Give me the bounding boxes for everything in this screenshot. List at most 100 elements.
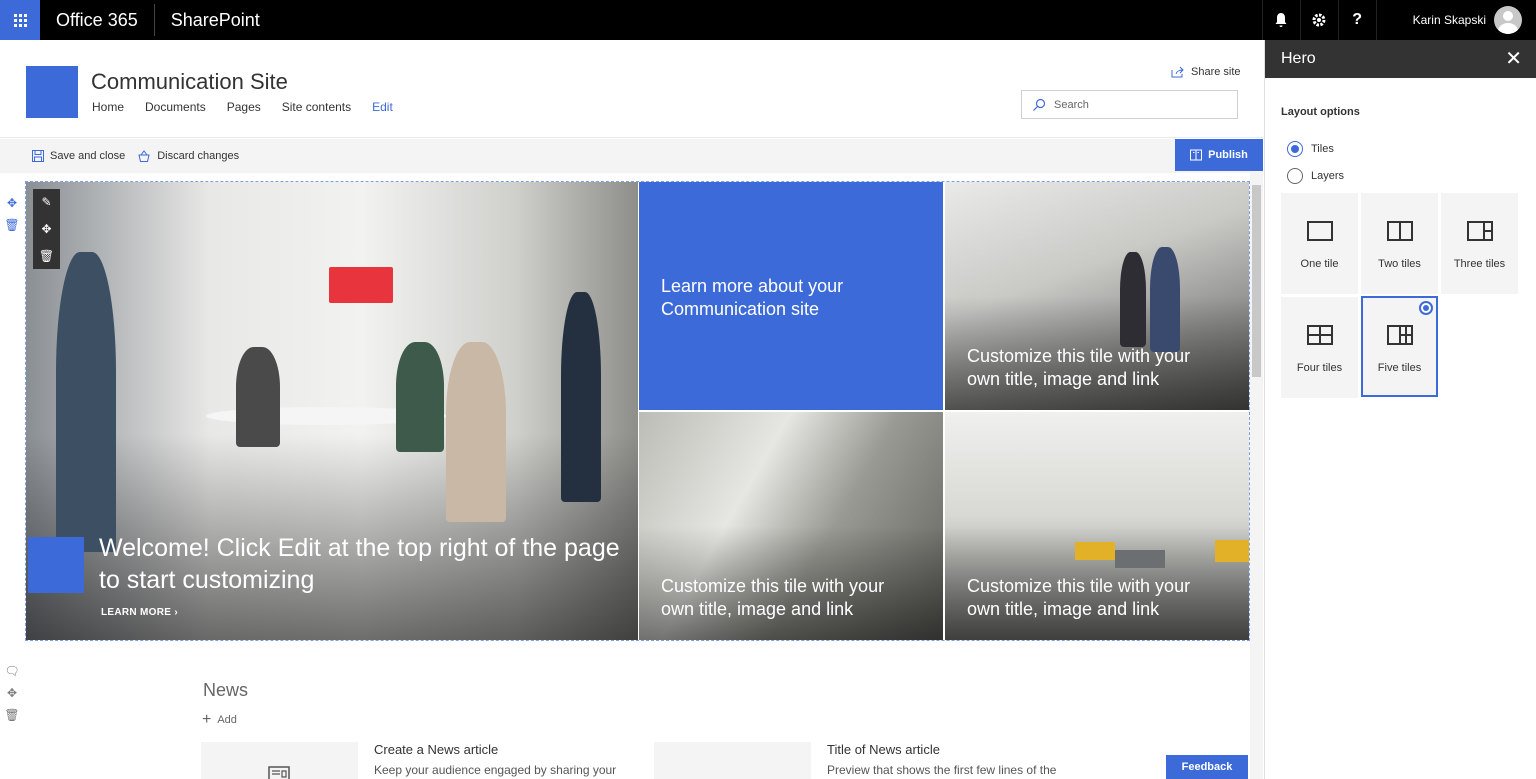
- search-placeholder: Search: [1054, 98, 1089, 111]
- comment-icon[interactable]: 🗨: [4, 664, 19, 678]
- one-tile-icon: [1306, 221, 1333, 241]
- move-section-icon[interactable]: ✥: [7, 686, 17, 700]
- hero-tile-3-title: Customize this tile with your own title,…: [661, 576, 885, 619]
- page-scrollbar[interactable]: [1250, 173, 1263, 779]
- gear-icon: [1312, 13, 1326, 27]
- property-pane: Hero ✕ Layout options Tiles Layers One t…: [1264, 40, 1536, 779]
- office-365-link[interactable]: Office 365: [40, 0, 154, 40]
- section-toolbar: ✥ 🗑: [0, 196, 24, 232]
- radio-layers[interactable]: Layers: [1287, 168, 1344, 184]
- bell-icon: [1275, 13, 1287, 27]
- layout-label: Three tiles: [1453, 258, 1506, 270]
- person-figure: [396, 342, 444, 452]
- help-button[interactable]: ?: [1337, 0, 1376, 40]
- discard-icon: [138, 150, 150, 162]
- news-item-preview: Preview that shows the first few lines o…: [827, 763, 1057, 777]
- four-tiles-icon: [1306, 325, 1333, 345]
- nav-site-contents[interactable]: Site contents: [282, 100, 351, 114]
- hero-main-title[interactable]: Welcome! Click Edit at the top right of …: [99, 532, 629, 596]
- person-figure: [56, 252, 116, 552]
- feedback-button[interactable]: Feedback: [1166, 755, 1248, 779]
- radio-button[interactable]: [1287, 168, 1303, 184]
- add-news-button[interactable]: + Add: [202, 711, 237, 729]
- hero-tile-1[interactable]: Learn more about your Communication site: [639, 182, 943, 410]
- three-tiles-icon: [1466, 221, 1493, 241]
- save-and-close-label: Save and close: [50, 150, 126, 162]
- layout-two-tiles[interactable]: Two tiles: [1361, 193, 1438, 294]
- user-menu[interactable]: Karin Skapski: [1375, 0, 1536, 40]
- waffle-icon: [13, 13, 27, 27]
- avatar: [1494, 6, 1522, 34]
- news-thumbnail[interactable]: [654, 742, 811, 779]
- selected-check-icon: [1419, 301, 1433, 315]
- search-input[interactable]: Search: [1021, 90, 1238, 119]
- layout-one-tile[interactable]: One tile: [1281, 193, 1358, 294]
- hero-tile-4-title: Customize this tile with your own title,…: [967, 576, 1191, 619]
- person-figure: [1120, 252, 1146, 347]
- site-logo[interactable]: [26, 66, 78, 118]
- notifications-button[interactable]: [1261, 0, 1300, 40]
- delete-icon[interactable]: 🗑: [39, 249, 54, 263]
- app-launcher-button[interactable]: [0, 0, 40, 40]
- discard-changes-button[interactable]: Discard changes: [137, 150, 239, 162]
- move-section-icon[interactable]: ✥: [7, 196, 17, 210]
- layout-three-tiles[interactable]: Three tiles: [1441, 193, 1518, 294]
- plus-icon: +: [202, 711, 212, 728]
- hero-webpart[interactable]: Welcome! Click Edit at the top right of …: [25, 181, 1250, 641]
- layout-five-tiles[interactable]: Five tiles: [1361, 296, 1438, 397]
- lounge-chair: [1075, 542, 1115, 560]
- share-site-button[interactable]: Share site: [1171, 66, 1241, 78]
- settings-button[interactable]: [1299, 0, 1338, 40]
- radio-tiles[interactable]: Tiles: [1287, 141, 1334, 157]
- hero-main-tile[interactable]: Welcome! Click Edit at the top right of …: [26, 182, 638, 640]
- site-header: Communication Site Home Documents Pages …: [0, 40, 1263, 138]
- publish-label: Publish: [1208, 149, 1248, 161]
- news-item-title[interactable]: Title of News article: [827, 742, 940, 757]
- sharepoint-link[interactable]: SharePoint: [155, 0, 276, 40]
- site-title[interactable]: Communication Site: [91, 69, 288, 95]
- webpart-toolbar: ✎ ✥ 🗑: [33, 189, 60, 269]
- delete-section-icon[interactable]: 🗑: [4, 218, 19, 232]
- pendant-lamp: [329, 267, 393, 303]
- nav-documents[interactable]: Documents: [145, 100, 206, 114]
- save-icon: [32, 150, 44, 162]
- nav-edit[interactable]: Edit: [372, 100, 393, 114]
- lounge-sofa: [1115, 550, 1165, 568]
- delete-section-icon[interactable]: 🗑: [4, 708, 19, 722]
- property-pane-header: Hero ✕: [1265, 40, 1536, 78]
- news-heading: News: [203, 680, 249, 700]
- publish-button[interactable]: Publish: [1175, 139, 1263, 171]
- nav-home[interactable]: Home: [92, 100, 124, 114]
- hero-accent-square: [28, 537, 84, 593]
- close-icon[interactable]: ✕: [1505, 49, 1522, 69]
- news-article-icon: [268, 766, 290, 779]
- nav-pages[interactable]: Pages: [227, 100, 261, 114]
- hero-tile-3[interactable]: Customize this tile with your own title,…: [639, 412, 943, 640]
- suite-bar: Office 365 SharePoint ? Karin Skapski: [0, 0, 1536, 40]
- person-figure: [446, 342, 506, 522]
- hero-tile-4[interactable]: Customize this tile with your own title,…: [945, 412, 1249, 640]
- search-icon: [1033, 98, 1046, 111]
- share-icon: [1171, 66, 1184, 78]
- scrollbar-thumb[interactable]: [1252, 185, 1261, 377]
- layout-options-label: Layout options: [1281, 106, 1360, 118]
- news-item-preview: Keep your audience engaged by sharing yo…: [374, 763, 617, 777]
- hero-tile-2-title: Customize this tile with your own title,…: [967, 346, 1191, 389]
- two-tiles-icon: [1386, 221, 1413, 241]
- person-figure: [1150, 247, 1180, 352]
- edit-pencil-icon[interactable]: ✎: [41, 195, 51, 209]
- hero-tile-1-title: Learn more about your Communication site: [661, 276, 844, 319]
- radio-button-selected[interactable]: [1287, 141, 1303, 157]
- hero-tile-2[interactable]: Customize this tile with your own title,…: [945, 182, 1249, 410]
- save-and-close-button[interactable]: Save and close: [32, 150, 125, 162]
- learn-more-label: LEARN MORE: [101, 607, 172, 618]
- news-item-title[interactable]: Create a News article: [374, 742, 498, 757]
- radio-tiles-label: Tiles: [1311, 143, 1334, 155]
- chevron-right-icon: ›: [174, 607, 178, 618]
- publish-icon: [1190, 149, 1203, 161]
- layout-four-tiles[interactable]: Four tiles: [1281, 297, 1358, 398]
- move-icon[interactable]: ✥: [41, 222, 51, 236]
- news-thumbnail[interactable]: [201, 742, 358, 779]
- layout-label: Two tiles: [1378, 258, 1421, 270]
- learn-more-link[interactable]: LEARN MORE ›: [101, 607, 178, 618]
